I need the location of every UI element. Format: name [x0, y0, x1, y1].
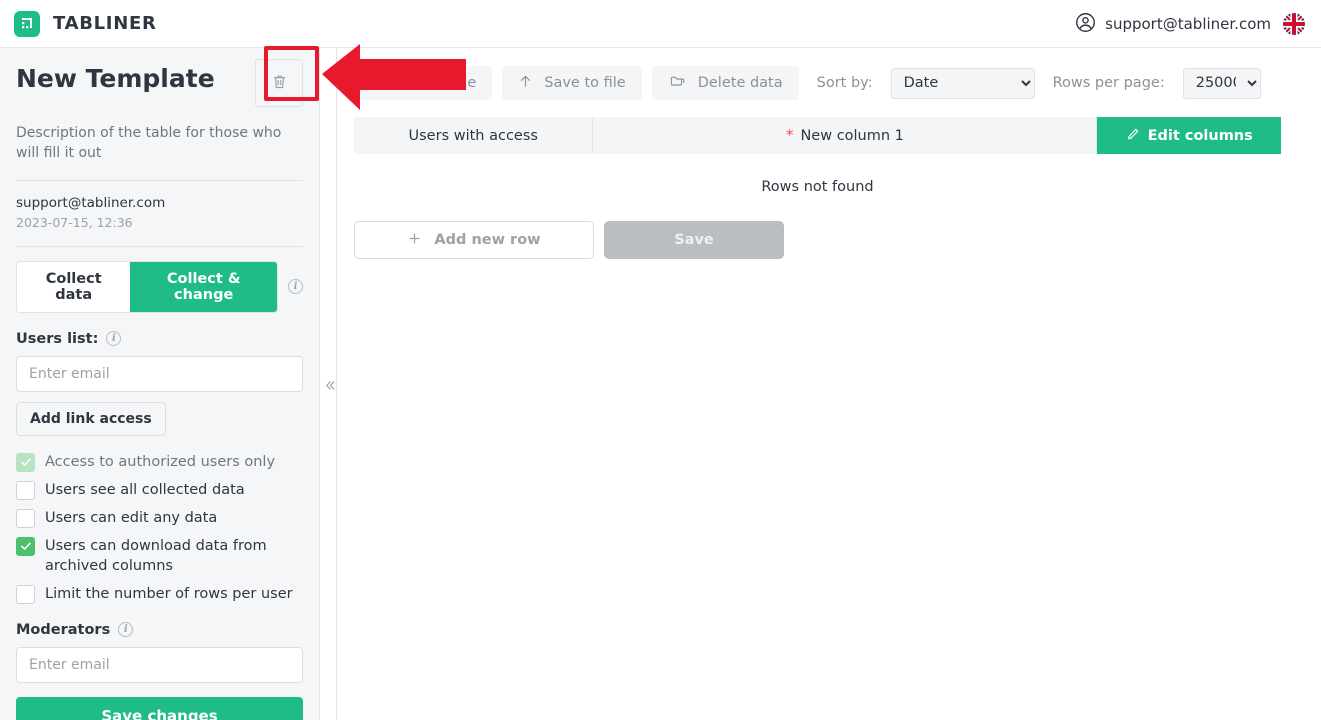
- eraser-icon: [370, 73, 386, 93]
- table-column-header-users-with-access[interactable]: Users with access: [354, 117, 594, 154]
- tabliner-logo-icon: [14, 10, 40, 37]
- checkbox-icon: [16, 480, 35, 500]
- checkbox-label: Users see all collected data: [45, 481, 245, 498]
- save-changes-button[interactable]: Save changes: [16, 696, 303, 720]
- template-settings-sidebar: New Template Description of the table fo…: [0, 48, 320, 720]
- delete-data-label: Delete data: [697, 75, 783, 91]
- checkbox-users-see-all-collected-data[interactable]: Users see all collected data: [16, 480, 303, 500]
- checkbox-label: Limit the number of rows per user: [45, 585, 293, 602]
- page-title: New Template: [16, 64, 215, 93]
- checkbox-icon: [16, 536, 35, 556]
- empty-state-message: Rows not found: [761, 179, 874, 195]
- checkbox-access-authorized-users-only[interactable]: Access to authorized users only: [16, 452, 303, 472]
- mode-toggle: Collect data Collect & change: [16, 260, 278, 313]
- users-list-label: Users list:: [16, 330, 99, 347]
- users-list-label-row: Users list: i: [16, 331, 303, 347]
- folder-icon: [668, 73, 687, 93]
- top-bar-right: support@tabliner.com: [1075, 0, 1305, 48]
- template-owner-email: support@tabliner.com: [16, 194, 166, 211]
- clear-table-button[interactable]: Clear table: [354, 66, 493, 100]
- mode-row: Collect data Collect & change i: [16, 260, 303, 313]
- pencil-icon: [1126, 127, 1140, 145]
- template-header: New Template: [16, 48, 303, 107]
- column-header-label: Users with access: [408, 127, 538, 144]
- top-bar: TABLINER support@tabliner.com: [0, 0, 1321, 48]
- data-table: Users with access * New column 1 Edit co…: [354, 117, 1281, 195]
- rows-per-page-select[interactable]: 25000: [1182, 67, 1261, 99]
- row-action-buttons: Add new row Save: [354, 221, 1321, 259]
- table-toolbar: Clear table Save to file Delete data Sor…: [337, 48, 1321, 100]
- users-list-email-input[interactable]: [16, 355, 303, 392]
- checkbox-label: Access to authorized users only: [45, 453, 276, 470]
- save-to-file-button[interactable]: Save to file: [502, 66, 642, 100]
- column-header-label: New column 1: [800, 127, 904, 144]
- checkbox-icon: [16, 508, 35, 528]
- checkbox-limit-rows-per-user[interactable]: Limit the number of rows per user: [16, 584, 303, 604]
- add-new-row-button[interactable]: Add new row: [354, 221, 594, 259]
- save-row-button[interactable]: Save: [604, 221, 784, 259]
- delete-template-button[interactable]: [255, 59, 303, 107]
- brand-logo[interactable]: TABLINER: [14, 10, 157, 37]
- checkbox-users-can-edit-any-data[interactable]: Users can edit any data: [16, 508, 303, 528]
- edit-columns-button[interactable]: Edit columns: [1097, 117, 1281, 154]
- add-link-access-button[interactable]: Add link access: [16, 401, 166, 436]
- main-content: Clear table Save to file Delete data Sor…: [337, 48, 1321, 720]
- divider: [16, 245, 303, 247]
- table-column-header-new-column-1[interactable]: * New column 1: [593, 117, 1098, 154]
- collapse-sidebar-button[interactable]: [322, 375, 338, 395]
- moderators-email-input[interactable]: [16, 646, 303, 683]
- upload-arrow-icon: [518, 73, 533, 93]
- required-asterisk: *: [785, 126, 794, 144]
- moderators-label: Moderators: [16, 621, 111, 638]
- checkbox-label: Users can edit any data: [45, 509, 218, 526]
- moderators-info-icon[interactable]: i: [118, 622, 134, 638]
- account-menu[interactable]: support@tabliner.com: [1075, 12, 1271, 37]
- account-email: support@tabliner.com: [1105, 15, 1271, 33]
- divider: [16, 179, 303, 181]
- moderators-label-row: Moderators i: [16, 622, 303, 638]
- checkbox-users-can-download-archived[interactable]: Users can download data from archived co…: [16, 536, 303, 576]
- template-created-date: 2023-07-15, 12:36: [16, 214, 133, 230]
- mode-info-icon[interactable]: i: [288, 279, 303, 295]
- user-circle-icon: [1075, 12, 1096, 37]
- edit-columns-label: Edit columns: [1147, 127, 1253, 144]
- add-new-row-label: Add new row: [434, 232, 541, 248]
- plus-icon: [407, 231, 422, 250]
- checkbox-label: Users can download data from archived co…: [45, 537, 267, 574]
- trash-icon: [271, 73, 288, 94]
- table-header-row: Users with access * New column 1 Edit co…: [354, 117, 1281, 154]
- delete-data-button[interactable]: Delete data: [651, 66, 799, 100]
- rows-per-page-label: Rows per page:: [1052, 75, 1165, 91]
- users-list-info-icon[interactable]: i: [106, 331, 122, 347]
- permission-checkbox-list: Access to authorized users only Users se…: [16, 452, 303, 604]
- checkbox-icon: [16, 584, 35, 604]
- save-to-file-label: Save to file: [544, 75, 626, 91]
- clear-table-label: Clear table: [397, 75, 477, 91]
- mode-collect-data-button[interactable]: Collect data: [17, 261, 131, 312]
- sort-by-label: Sort by:: [816, 75, 873, 91]
- checkbox-icon: [16, 452, 35, 472]
- brand-name: TABLINER: [53, 13, 157, 34]
- sort-by-select[interactable]: Date: [890, 67, 1035, 99]
- mode-collect-and-change-button[interactable]: Collect & change: [130, 261, 277, 312]
- template-description: Description of the table for those who w…: [16, 125, 282, 162]
- uk-flag-icon[interactable]: [1283, 13, 1305, 35]
